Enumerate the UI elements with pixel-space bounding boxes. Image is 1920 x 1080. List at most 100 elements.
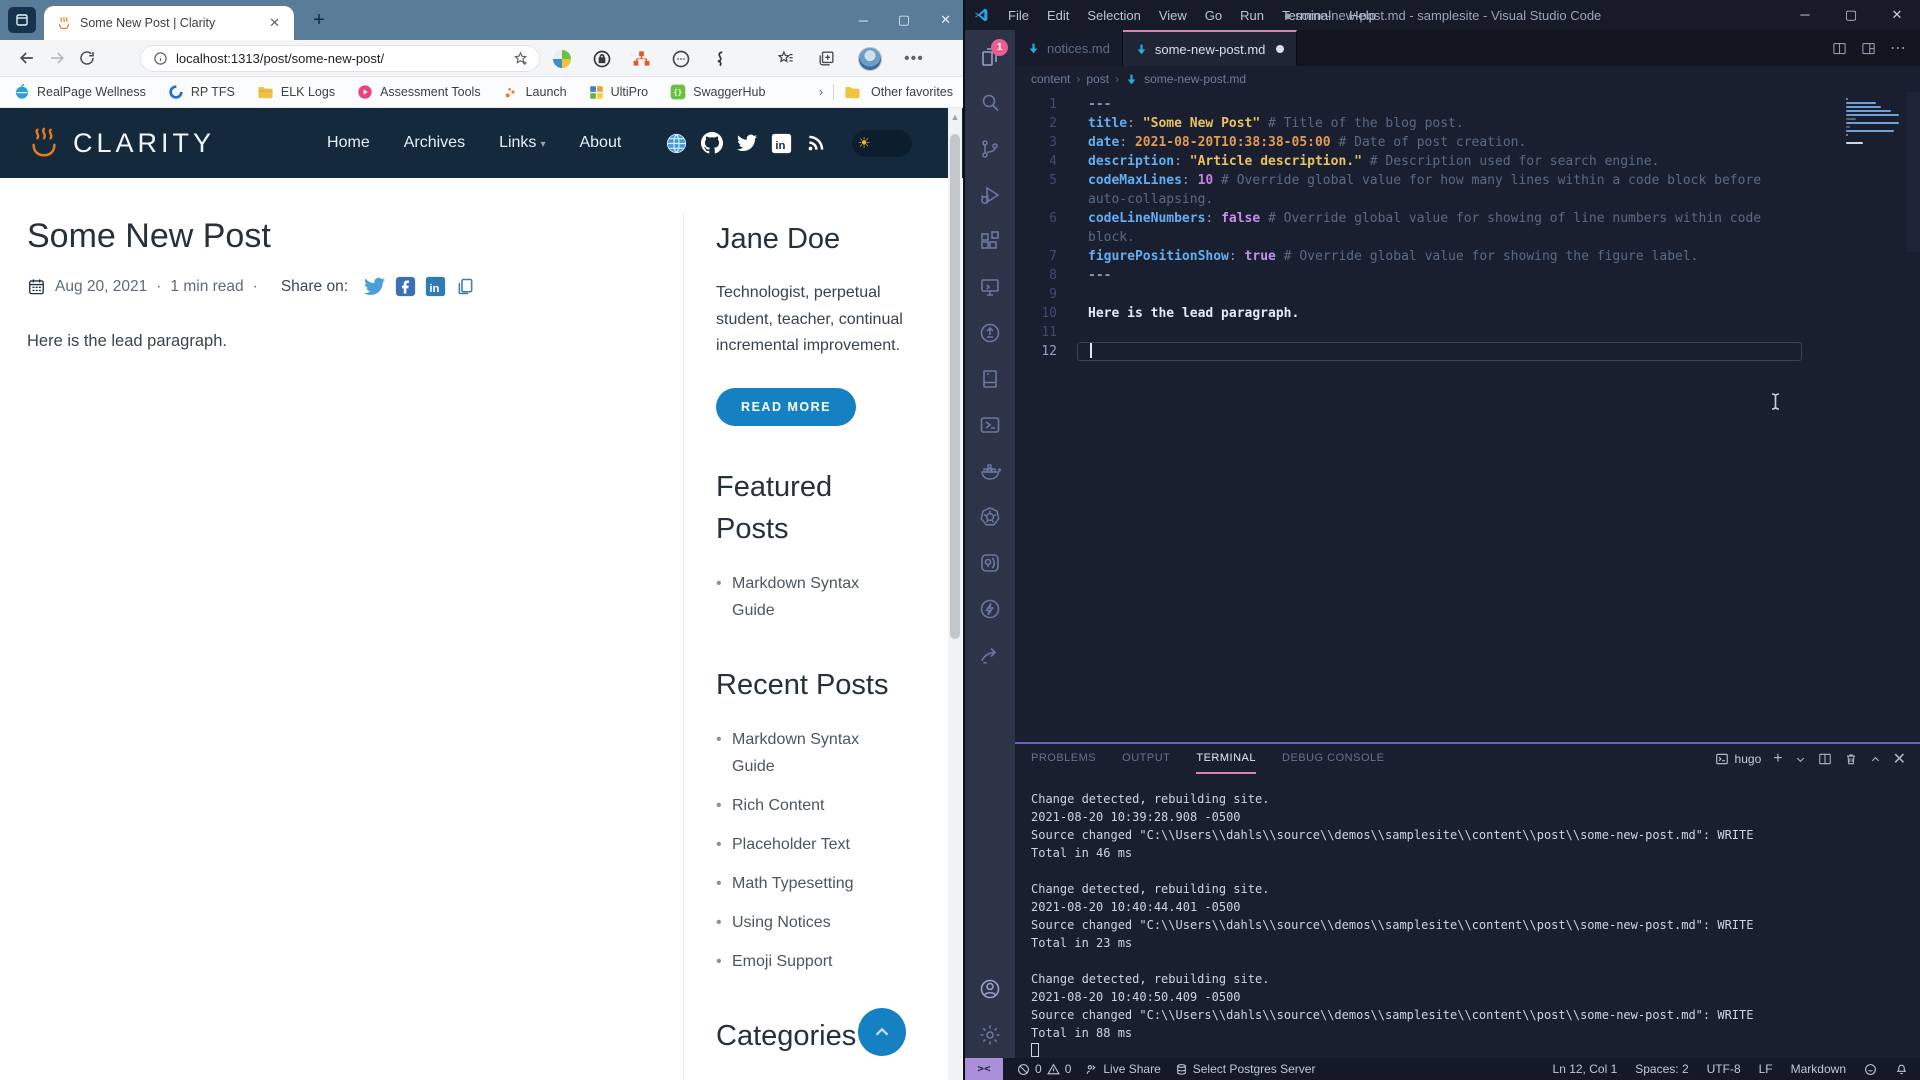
other-favorites-label[interactable]: Other favorites: [871, 85, 953, 99]
editor-line[interactable]: 3date: 2021-08-20T10:38:38-05:00 # Date …: [1015, 133, 1920, 152]
recent-post-link[interactable]: Emoji Support: [716, 948, 876, 975]
bookmark-item[interactable]: Assessment Tools: [357, 84, 481, 100]
bookmark-item[interactable]: Launch: [503, 84, 567, 100]
unsaved-dot-icon[interactable]: [1276, 45, 1284, 53]
tab-actions-button[interactable]: [8, 7, 36, 33]
thunder-client-icon[interactable]: [965, 586, 1015, 632]
nav-link-links[interactable]: Links▾: [499, 134, 545, 152]
nav-link-home[interactable]: Home: [327, 134, 370, 152]
terminal-output[interactable]: Change detected, rebuilding site.2021-08…: [1015, 774, 1920, 1060]
feedback-icon[interactable]: [1864, 1063, 1877, 1076]
eol-status[interactable]: LF: [1759, 1062, 1773, 1076]
menu-go[interactable]: Go: [1196, 8, 1231, 23]
postgresql-icon[interactable]: [965, 540, 1015, 586]
editor-more-actions-icon[interactable]: ⋯: [1890, 38, 1906, 58]
editor-line[interactable]: 7figurePositionShow: true # Override glo…: [1015, 247, 1920, 266]
new-terminal-icon[interactable]: +: [1773, 750, 1782, 768]
breadcrumb-segment[interactable]: post: [1086, 72, 1109, 86]
source-control-icon[interactable]: [965, 126, 1015, 172]
cursor-position-status[interactable]: Ln 12, Col 1: [1553, 1062, 1618, 1076]
editor-line[interactable]: 11: [1015, 323, 1920, 342]
remote-indicator[interactable]: ><: [965, 1058, 1003, 1080]
read-more-button[interactable]: READ MORE: [716, 388, 856, 426]
browser-maximize-button[interactable]: ▢: [898, 12, 910, 28]
scrollbar-up-icon[interactable]: ▲: [948, 108, 962, 122]
deploy-icon[interactable]: [965, 632, 1015, 678]
encoding-status[interactable]: UTF-8: [1707, 1062, 1741, 1076]
twitter-icon[interactable]: [736, 132, 758, 154]
kubernetes-icon[interactable]: [965, 494, 1015, 540]
editor-line[interactable]: 6codeLineNumbers: false # Override globa…: [1015, 209, 1920, 228]
vscode-close-button[interactable]: ✕: [1874, 0, 1920, 30]
menu-help[interactable]: Help: [1340, 8, 1385, 23]
terminal-dropdown-icon[interactable]: [1795, 754, 1806, 765]
recent-post-link[interactable]: Rich Content: [716, 792, 876, 819]
panel-tab-output[interactable]: OUTPUT: [1122, 744, 1170, 774]
add-favorite-icon[interactable]: [512, 50, 529, 67]
editor-line[interactable]: 4description: "Article description." # D…: [1015, 152, 1920, 171]
browser-tab[interactable]: Some New Post | Clarity ✕: [44, 6, 294, 40]
editor-line[interactable]: 5codeMaxLines: 10 # Override global valu…: [1015, 171, 1920, 190]
postgres-status[interactable]: Select Postgres Server: [1175, 1062, 1316, 1076]
bookmark-item[interactable]: RealPage Wellness: [14, 84, 146, 100]
breadcrumb-segment[interactable]: some-new-post.md: [1144, 72, 1246, 86]
address-bar[interactable]: localhost:1313/post/some-new-post/: [140, 45, 540, 72]
bookmark-item[interactable]: ELK Logs: [257, 85, 335, 100]
profile-avatar[interactable]: [858, 47, 882, 71]
kill-terminal-icon[interactable]: [1844, 752, 1858, 766]
colorful-extension-icon[interactable]: [552, 49, 572, 69]
language-globe-icon[interactable]: [665, 132, 688, 155]
recent-post-link[interactable]: Placeholder Text: [716, 831, 876, 858]
editor-line[interactable]: 1---: [1015, 95, 1920, 114]
theme-toggle[interactable]: ☀: [852, 130, 912, 157]
code-editor[interactable]: 1---2title: "Some New Post" # Title of t…: [1015, 92, 1920, 742]
curly-extension-icon[interactable]: [711, 50, 729, 68]
explorer-icon[interactable]: 1: [965, 34, 1015, 80]
site-brand[interactable]: CLARITY: [25, 126, 215, 160]
facebook-share-icon[interactable]: [395, 276, 416, 297]
bookmarks-icon[interactable]: [965, 356, 1015, 402]
new-tab-button[interactable]: +: [306, 9, 332, 33]
menu-view[interactable]: View: [1150, 8, 1196, 23]
editor-line[interactable]: block.: [1015, 228, 1920, 247]
editor-line[interactable]: 8---: [1015, 266, 1920, 285]
copy-link-icon[interactable]: [455, 276, 476, 297]
close-panel-icon[interactable]: ✕: [1893, 749, 1906, 769]
recent-post-link[interactable]: Markdown Syntax Guide: [716, 726, 876, 780]
github-icon[interactable]: [701, 132, 723, 154]
linkedin-icon[interactable]: in: [771, 133, 792, 154]
menu-run[interactable]: Run: [1231, 8, 1273, 23]
nav-link-archives[interactable]: Archives: [404, 134, 465, 152]
scrollbar-thumb[interactable]: [950, 134, 960, 639]
favorites-icon[interactable]: [776, 49, 795, 68]
editor-layout-icon[interactable]: [1861, 41, 1876, 56]
live-share-status[interactable]: Live Share: [1085, 1062, 1160, 1076]
vscode-minimize-button[interactable]: ─: [1782, 0, 1828, 30]
nav-link-about[interactable]: About: [579, 134, 621, 152]
breadcrumb[interactable]: content›post›some-new-post.md: [1015, 66, 1920, 92]
editor-scrollbar[interactable]: [1907, 92, 1920, 252]
recent-post-link[interactable]: Using Notices: [716, 909, 876, 936]
recent-post-link[interactable]: Math Typesetting: [716, 870, 876, 897]
split-editor-icon[interactable]: [1832, 41, 1847, 56]
menu-file[interactable]: File: [999, 8, 1038, 23]
tab-close-icon[interactable]: ✕: [265, 13, 284, 33]
account-icon[interactable]: [965, 966, 1015, 1012]
site-info-icon[interactable]: [153, 51, 168, 66]
editor-line[interactable]: auto-collapsing.: [1015, 190, 1920, 209]
panel-tab-terminal[interactable]: TERMINAL: [1196, 744, 1256, 774]
search-icon[interactable]: [965, 80, 1015, 126]
url-text[interactable]: localhost:1313/post/some-new-post/: [176, 51, 512, 66]
back-button[interactable]: [12, 48, 42, 68]
breadcrumb-segment[interactable]: content: [1031, 72, 1070, 86]
language-mode-status[interactable]: Markdown: [1791, 1062, 1846, 1076]
browser-menu-icon[interactable]: •••: [904, 50, 924, 68]
twitter-share-icon[interactable]: [363, 275, 386, 298]
browser-minimize-button[interactable]: ─: [859, 13, 868, 28]
browser-scrollbar[interactable]: ▲: [948, 108, 962, 1080]
problems-status[interactable]: 0 0: [1017, 1062, 1071, 1076]
maximize-panel-icon[interactable]: [1870, 754, 1881, 765]
bookmarks-overflow-icon[interactable]: ›: [819, 85, 823, 99]
editor-tab-notices.md[interactable]: notices.md: [1015, 30, 1123, 66]
minimap[interactable]: [1846, 98, 1904, 152]
